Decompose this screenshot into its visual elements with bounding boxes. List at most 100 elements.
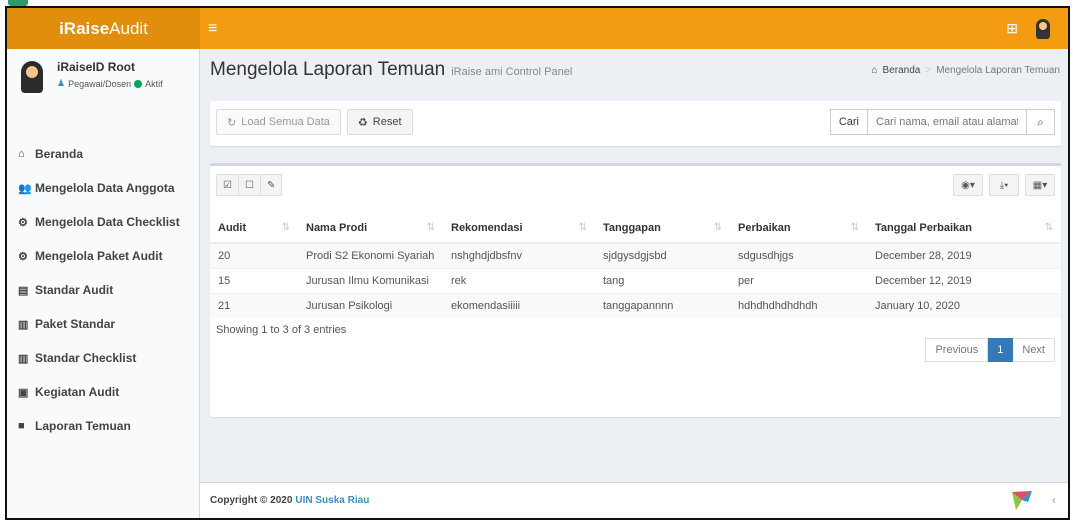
- column-label: Tanggapan: [603, 222, 661, 234]
- cell-perbaikan: hdhdhdhdhdhdh: [730, 293, 867, 318]
- bar-chart-icon: ▥: [18, 318, 29, 331]
- grid-tools: ◉▾ ⤓▾ ▦▾: [953, 174, 1055, 196]
- edit-icon[interactable]: ✎: [260, 174, 283, 196]
- sort-icon: ⇅: [281, 222, 290, 233]
- cell-rekomendasi: rek: [443, 268, 595, 294]
- id-card-icon: ▣: [18, 386, 29, 399]
- copyright-text: Copyright © 2020: [210, 495, 293, 506]
- uncheck-all-icon[interactable]: ☐: [238, 174, 261, 196]
- sidebar-item-label: Mengelola Data Anggota: [35, 181, 175, 195]
- sidebar-item-paket-standar[interactable]: ▥ Paket Standar: [7, 307, 199, 341]
- sidebar-item-label: Mengelola Data Checklist: [35, 215, 180, 229]
- table-footer: Showing 1 to 3 of 3 entries Previous 1 N…: [210, 318, 1061, 368]
- yii-logo-icon: [1012, 491, 1032, 510]
- menu-toggle-icon[interactable]: ≡: [208, 20, 228, 38]
- table-row[interactable]: 15 Jurusan Ilmu Komunikasi rek tang per …: [210, 268, 1061, 294]
- column-label: Audit: [218, 222, 247, 234]
- sidebar: iRaiseID Root ♟ Pegawai/Dosen Aktif ⌂ Ber…: [7, 49, 200, 518]
- column-label: Nama Prodi: [306, 222, 368, 234]
- data-table: Audit ⇅ Nama Prodi ⇅ Rekomendasi ⇅ Tanggapa…: [210, 214, 1061, 318]
- column-header-audit[interactable]: Audit ⇅: [210, 214, 298, 244]
- pagination: Previous 1 Next: [925, 338, 1055, 362]
- home-icon: ⌂: [871, 64, 878, 76]
- sidebar-item-label: Standar Audit: [35, 283, 114, 297]
- cell-tanggapan: tang: [595, 268, 730, 294]
- sort-icon: ⇅: [578, 222, 587, 233]
- brand-bold: iRaise: [59, 18, 110, 38]
- chevron-left-icon[interactable]: ‹: [1044, 490, 1064, 510]
- columns-icon[interactable]: ▦▾: [1025, 174, 1055, 196]
- folder-icon: ■: [18, 420, 25, 432]
- pagination-page[interactable]: 1: [988, 338, 1014, 362]
- reset-label: Reset: [372, 116, 402, 128]
- search-label: Cari: [829, 109, 867, 135]
- breadcrumb-home[interactable]: Beranda: [883, 65, 921, 76]
- sort-icon: ⇅: [426, 222, 435, 233]
- pagination-previous[interactable]: Previous: [925, 338, 989, 362]
- column-header-tanggal-perbaikan[interactable]: Tanggal Perbaikan ⇅: [867, 214, 1061, 244]
- apps-grid-icon[interactable]: ⊞: [1006, 20, 1018, 37]
- view-toggle-icon[interactable]: ◉▾: [953, 174, 983, 196]
- home-icon: ⌂: [18, 148, 25, 160]
- action-box: ↻ Load Semua Data ♻ Reset Cari ⌕: [210, 101, 1061, 146]
- user-menu-avatar[interactable]: [1036, 18, 1050, 39]
- cell-nama-prodi: Prodi S2 Ekonomi Syariah: [298, 242, 443, 269]
- sidebar-item-data-anggota[interactable]: 👥 Mengelola Data Anggota: [7, 171, 199, 205]
- column-header-nama-prodi[interactable]: Nama Prodi ⇅: [298, 214, 443, 244]
- sidebar-item-data-checklist[interactable]: ⚙ Mengelola Data Checklist: [7, 205, 199, 239]
- brand-rest: Audit: [109, 18, 148, 38]
- cell-audit: 21: [210, 293, 298, 318]
- navbar-right: ⊞: [1006, 18, 1068, 39]
- export-icon[interactable]: ⤓▾: [989, 174, 1019, 196]
- sidebar-item-beranda[interactable]: ⌂ Beranda: [7, 137, 199, 171]
- online-status-icon: [134, 79, 143, 88]
- main-content: Mengelola Laporan Temuan iRaise ami Cont…: [200, 49, 1068, 518]
- footer-link[interactable]: UIN Suska Riau: [295, 495, 369, 506]
- table-header-row: Audit ⇅ Nama Prodi ⇅ Rekomendasi ⇅ Tanggapa…: [210, 214, 1061, 244]
- table-row[interactable]: 20 Prodi S2 Ekonomi Syariah nshghdjdbsfn…: [210, 242, 1061, 269]
- brand-logo[interactable]: iRaise Audit: [7, 8, 200, 49]
- avatar: [21, 61, 43, 93]
- users-icon: 👥: [18, 182, 32, 195]
- sort-icon: ⇅: [1044, 222, 1053, 233]
- screen: iRaise Audit ≡ ⊞ iRaiseID Root ♟ Pegawai/…: [0, 0, 1073, 524]
- cell-nama-prodi: Jurusan Ilmu Komunikasi: [298, 268, 443, 294]
- load-all-label: Load Semua Data: [241, 116, 330, 128]
- selection-group: ☑ ☐ ✎: [216, 174, 283, 196]
- page-subtitle: iRaise ami Control Panel: [451, 66, 573, 78]
- column-header-perbaikan[interactable]: Perbaikan ⇅: [730, 214, 867, 244]
- sort-icon: ⇅: [713, 222, 722, 233]
- sidebar-item-standar-audit[interactable]: ▤ Standar Audit: [7, 273, 199, 307]
- book-icon: ▤: [18, 284, 29, 297]
- cell-perbaikan: per: [730, 268, 867, 294]
- load-all-button[interactable]: ↻ Load Semua Data: [216, 109, 341, 135]
- search-input[interactable]: [867, 109, 1027, 135]
- reset-button[interactable]: ♻ Reset: [346, 109, 413, 135]
- pagination-next[interactable]: Next: [1013, 338, 1055, 362]
- search-group: Cari ⌕: [829, 109, 1055, 135]
- user-icon: ♟: [57, 78, 66, 88]
- user-panel: iRaiseID Root ♟ Pegawai/Dosen Aktif: [7, 49, 199, 101]
- sidebar-item-label: Kegiatan Audit: [35, 385, 120, 399]
- column-header-rekomendasi[interactable]: Rekomendasi ⇅: [443, 214, 595, 244]
- cell-tanggal-perbaikan: January 10, 2020: [867, 293, 1061, 318]
- sidebar-item-paket-audit[interactable]: ⚙ Mengelola Paket Audit: [7, 239, 199, 273]
- page-title: Mengelola Laporan Temuan: [210, 59, 446, 80]
- search-icon[interactable]: ⌕: [1027, 109, 1055, 135]
- column-header-tanggapan[interactable]: Tanggapan ⇅: [595, 214, 730, 244]
- recycle-icon: ♻: [357, 116, 368, 129]
- column-label: Tanggal Perbaikan: [875, 222, 972, 234]
- check-all-icon[interactable]: ☑: [216, 174, 239, 196]
- sidebar-item-laporan-temuan[interactable]: ■ Laporan Temuan: [7, 409, 199, 443]
- cogs-icon: ⚙: [18, 250, 28, 263]
- sidebar-item-label: Laporan Temuan: [35, 419, 131, 433]
- top-navbar: iRaise Audit ≡ ⊞: [7, 8, 1068, 49]
- sidebar-menu: ⌂ Beranda 👥 Mengelola Data Anggota ⚙ Mengel…: [7, 137, 199, 443]
- sidebar-item-kegiatan-audit[interactable]: ▣ Kegiatan Audit: [7, 375, 199, 409]
- cell-tanggal-perbaikan: December 28, 2019: [867, 242, 1061, 269]
- column-label: Rekomendasi: [451, 222, 523, 234]
- sidebar-item-label: Paket Standar: [35, 317, 116, 331]
- bar-chart-icon: ▥: [18, 352, 29, 365]
- table-row[interactable]: 21 Jurusan Psikologi ekomendasiiiii tang…: [210, 293, 1061, 318]
- sidebar-item-standar-checklist[interactable]: ▥ Standar Checklist: [7, 341, 199, 375]
